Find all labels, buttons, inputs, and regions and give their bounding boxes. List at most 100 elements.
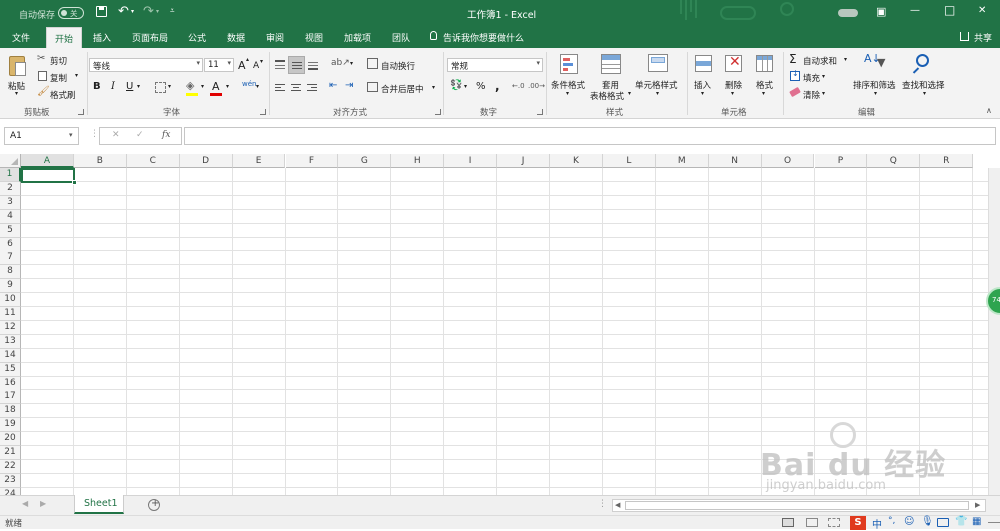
row-header-14[interactable]: 14 (0, 348, 21, 363)
row-header-11[interactable]: 11 (0, 307, 21, 321)
tab-team[interactable]: 团队 (392, 31, 410, 44)
format-painter-button[interactable]: 格式刷 (50, 89, 76, 101)
row-header-5[interactable]: 5 (0, 223, 21, 238)
accounting-format-icon[interactable]: 💱 (450, 80, 462, 91)
orientation-icon[interactable]: ab↗ (331, 58, 350, 68)
active-cell-a1[interactable] (21, 168, 77, 185)
sogou-ime-icon[interactable]: S (850, 516, 866, 530)
row-header-13[interactable]: 13 (0, 334, 21, 349)
column-header-l[interactable]: L (602, 154, 656, 168)
insert-function-button[interactable]: fx (162, 130, 170, 140)
paste-button[interactable]: 粘贴 ▾ (6, 54, 30, 97)
column-header-q[interactable]: Q (867, 154, 921, 168)
row-header-24[interactable]: 24 (0, 487, 21, 495)
delete-cells-button[interactable]: ✕ 删除 ▾ (720, 52, 748, 102)
punctuation-icon[interactable]: °, (888, 516, 895, 526)
underline-button[interactable]: U (126, 81, 133, 92)
name-box[interactable]: A1 ▾ (4, 127, 79, 145)
worksheet-grid[interactable]: ABCDEFGHIJKLMNOPQR 1 2 3 4 5 6 7 8 9 10 11 12 13 14 15… (0, 154, 1000, 495)
prev-sheet-icon[interactable]: ◀ (22, 499, 28, 508)
close-button[interactable]: ✕ (978, 5, 986, 16)
font-launcher-icon[interactable] (260, 109, 266, 115)
number-format-dropdown[interactable]: 常规 ▾ (447, 58, 543, 72)
scroll-left-icon[interactable]: ◀ (615, 501, 620, 509)
column-header-f[interactable]: F (285, 154, 339, 168)
tab-page-layout[interactable]: 页面布局 (132, 31, 168, 44)
column-header-r[interactable]: R (920, 154, 974, 168)
conditional-formatting-button[interactable]: 条件格式 ▾ (548, 52, 590, 102)
column-header-k[interactable]: K (550, 154, 603, 168)
row-header-9[interactable]: 9 (0, 279, 21, 294)
page-break-view-icon[interactable] (828, 518, 840, 527)
align-top-icon[interactable] (275, 60, 285, 70)
next-sheet-icon[interactable]: ▶ (40, 499, 46, 508)
emoji-icon[interactable]: ☺ (904, 516, 914, 527)
voice-icon[interactable]: 🎙 (921, 516, 934, 527)
decrease-decimal-icon[interactable]: .00→ (528, 82, 545, 90)
phonetic-dropdown-icon[interactable]: ▾ (256, 83, 259, 90)
share-icon[interactable] (960, 32, 969, 41)
decrease-indent-icon[interactable]: ⇤ (329, 80, 337, 91)
row-header-12[interactable]: 12 (0, 320, 21, 335)
row-header-23[interactable]: 23 (0, 473, 21, 488)
alignment-launcher-icon[interactable] (435, 109, 441, 115)
column-header-b[interactable]: B (73, 154, 127, 168)
select-all-button[interactable] (0, 154, 21, 168)
borders-icon[interactable] (155, 82, 166, 93)
insert-cells-button[interactable]: 插入 ▾ (690, 52, 718, 102)
normal-view-icon[interactable] (782, 518, 794, 527)
fill-color-icon[interactable]: ◈ (186, 79, 194, 92)
zoom-slider[interactable] (988, 522, 1000, 523)
wrap-text-button[interactable]: 自动换行 (381, 60, 415, 72)
tab-file[interactable]: 文件 (12, 31, 30, 44)
align-center-icon[interactable] (291, 84, 301, 93)
toolbox-icon[interactable]: ▦ (972, 516, 981, 527)
tab-formulas[interactable]: 公式 (188, 31, 206, 44)
undo-icon[interactable]: ↶ (118, 4, 129, 19)
tab-insert[interactable]: 插入 (93, 31, 111, 44)
increase-font-button[interactable]: A (238, 59, 246, 72)
tab-addins[interactable]: 加载项 (344, 31, 371, 44)
keyboard-icon[interactable] (937, 518, 949, 527)
tab-split-grip-icon[interactable]: ⋮ (598, 499, 607, 509)
copy-button[interactable]: 复制 (50, 72, 67, 84)
autosum-button[interactable]: 自动求和 (803, 55, 837, 67)
redo-icon[interactable]: ↷ (143, 4, 154, 19)
autosum-dropdown-icon[interactable]: ▾ (844, 56, 847, 63)
decrease-font-button[interactable]: A (253, 61, 259, 71)
user-avatar[interactable] (838, 9, 858, 17)
fill-handle[interactable] (72, 180, 77, 185)
font-color-dropdown-icon[interactable]: ▾ (226, 83, 229, 90)
column-header-i[interactable]: I (444, 154, 498, 168)
horizontal-scrollbar[interactable]: ◀ ▶ (612, 499, 986, 512)
clipboard-launcher-icon[interactable] (78, 109, 84, 115)
row-header-2[interactable]: 2 (0, 181, 21, 196)
percent-button[interactable]: % (476, 81, 486, 92)
autosum-icon[interactable]: Σ (789, 52, 797, 66)
bold-button[interactable]: B (93, 81, 101, 92)
fill-dropdown-icon[interactable]: ▾ (822, 73, 825, 80)
row-header-21[interactable]: 21 (0, 446, 21, 460)
cut-button[interactable]: 剪切 (50, 55, 67, 67)
row-header-20[interactable]: 20 (0, 432, 21, 447)
format-as-table-button[interactable]: 套用 表格格式 ▾ (590, 52, 634, 102)
row-header-16[interactable]: 16 (0, 376, 21, 391)
row-header-18[interactable]: 18 (0, 404, 21, 419)
column-header-e[interactable]: E (232, 154, 286, 168)
orientation-dropdown-icon[interactable]: ▾ (350, 60, 353, 67)
copy-icon[interactable] (38, 71, 47, 81)
maximize-button[interactable]: □ (944, 3, 955, 17)
column-header-a[interactable]: A (21, 154, 74, 168)
align-middle-icon[interactable] (288, 56, 305, 74)
tab-view[interactable]: 视图 (305, 31, 323, 44)
collapse-ribbon-icon[interactable]: ∧ (986, 106, 992, 115)
column-header-n[interactable]: N (708, 154, 762, 168)
customize-qat-icon[interactable]: ⩡ (170, 6, 175, 16)
fill-color-dropdown-icon[interactable]: ▾ (201, 83, 204, 90)
sort-filter-button[interactable]: A↓ ▼ 排序和筛选 ▾ (852, 52, 900, 102)
fill-icon[interactable]: ↓ (790, 69, 800, 81)
undo-dropdown-icon[interactable]: ▾ (131, 8, 134, 15)
tab-review[interactable]: 审阅 (266, 31, 284, 44)
share-button[interactable]: 共享 (974, 31, 992, 44)
increase-decimal-icon[interactable]: ←.0 (512, 82, 525, 90)
